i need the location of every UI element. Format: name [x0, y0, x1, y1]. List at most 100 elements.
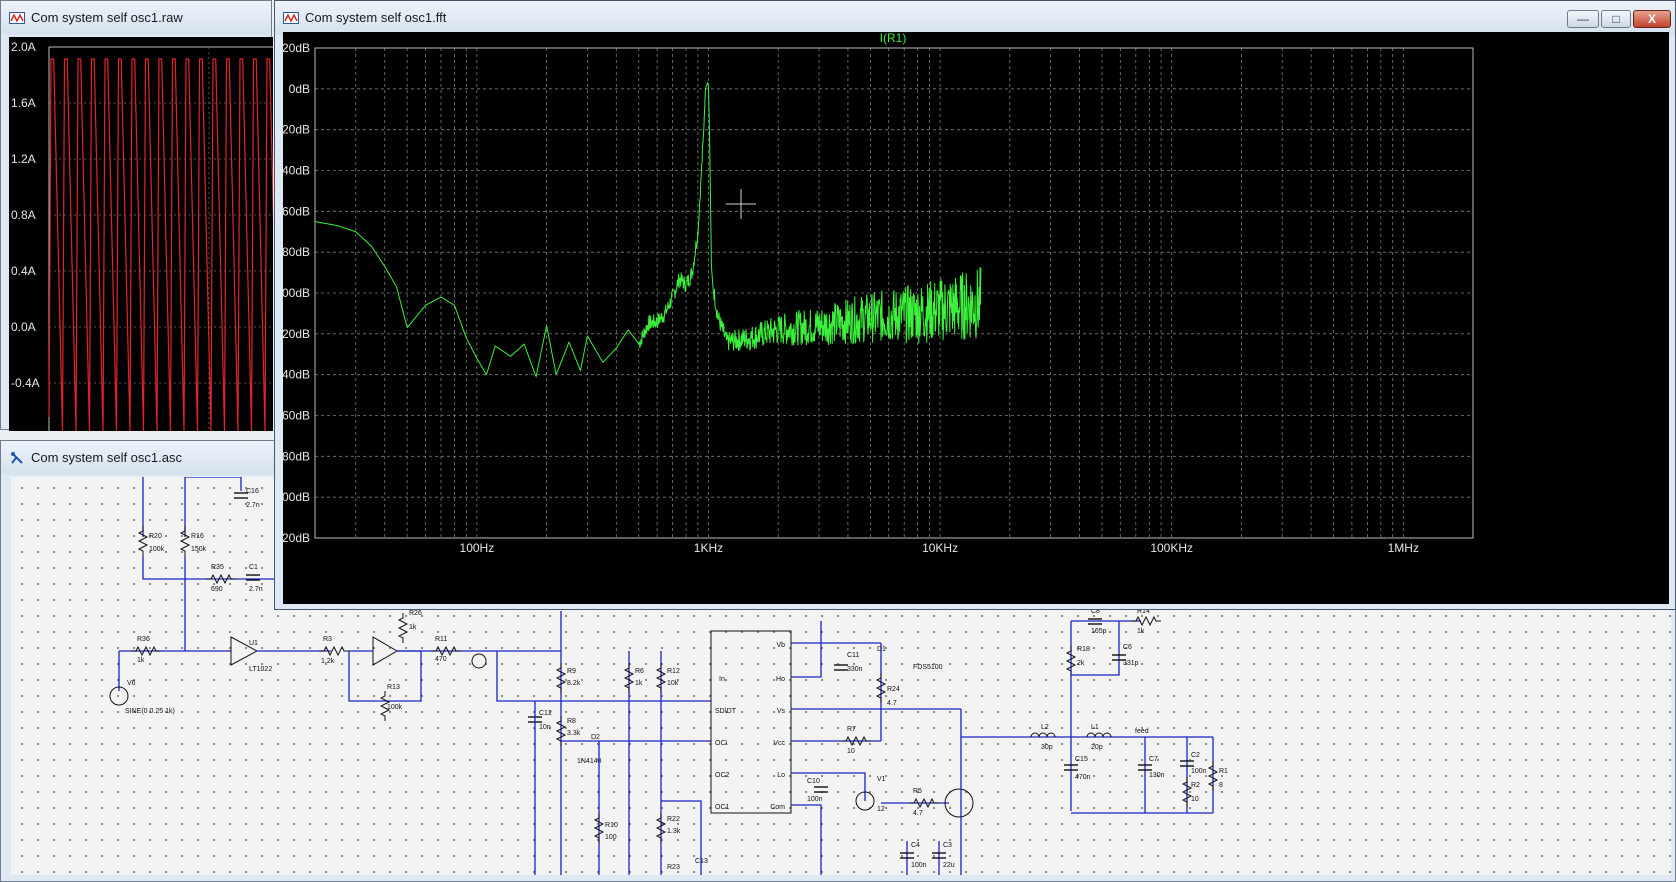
component-label: R10: [605, 822, 618, 829]
component-label: 100n: [911, 862, 927, 869]
component-label: R36: [137, 636, 150, 643]
transistor-symbol: [471, 653, 487, 669]
component-label: R6: [635, 668, 644, 675]
y-tick-label: 2.0A: [11, 40, 36, 54]
component-label: C1: [249, 564, 258, 571]
component-label: 150k: [191, 546, 207, 553]
resistor-symbol: [319, 645, 349, 657]
component-label: feed: [1135, 728, 1149, 735]
minimize-icon: —: [1577, 12, 1589, 26]
component-label: 331p: [1123, 660, 1139, 667]
component-label: R1: [1219, 768, 1228, 775]
raw-plot-area[interactable]: 2.0A 1.6A 1.2A 0.8A 0.4A 0.0A -0.4A: [9, 37, 280, 432]
y-tick-label: 1.6A: [11, 96, 36, 110]
component-label: R8: [567, 718, 576, 725]
component-label: 2k: [1077, 660, 1085, 667]
y-tick-label: 0.4A: [11, 264, 36, 278]
component-label: 4.7: [887, 700, 897, 707]
ic-pin-label: OC2: [715, 772, 730, 779]
component-label: C2: [1191, 752, 1200, 759]
opamp-symbol: [372, 636, 398, 666]
component-label: 100k: [387, 704, 403, 711]
component-label: 3.3k: [567, 730, 581, 737]
component-label: 10k: [667, 680, 679, 687]
schematic-app-icon: [11, 452, 23, 464]
schematic-window-title: Com system self osc1.asc: [31, 450, 182, 465]
ic-pin-label: Vs: [777, 708, 786, 715]
component-label: R3: [323, 636, 332, 643]
component-label: C11: [847, 652, 859, 659]
raw-current-trace: [48, 58, 280, 432]
fft-window[interactable]: Com system self osc1.fft — □ X 20dB 0dB -2…: [271, 0, 1676, 610]
component-label: 1k: [409, 624, 417, 631]
x-tick-label: 1KHz: [694, 541, 723, 555]
y-tick-label: 1.2A: [11, 152, 36, 166]
y-tick-label: -0.4A: [11, 376, 40, 390]
y-tick-label: -20dB: [283, 123, 310, 137]
resistor-symbol: [137, 526, 149, 556]
component-label: R18: [1077, 646, 1090, 653]
component-label: C7: [1149, 756, 1158, 763]
component-label: FDS5100: [913, 664, 943, 671]
component-label: R20: [149, 533, 162, 540]
y-tick-label: 0.8A: [11, 208, 36, 222]
component-label: R16: [191, 533, 204, 540]
component-label: V1: [877, 776, 886, 783]
x-tick-label: 10KHz: [922, 541, 958, 555]
component-label: 10: [1191, 796, 1199, 803]
fft-window-title: Com system self osc1.fft: [305, 10, 447, 25]
close-button[interactable]: X: [1633, 10, 1671, 28]
component-label: C6: [1123, 644, 1132, 651]
component-label: 100n: [1191, 768, 1207, 775]
component-label: 1k: [137, 657, 145, 664]
resistor-symbol: [179, 526, 191, 556]
y-tick-label: -60dB: [283, 204, 310, 218]
component-label: 8: [1219, 782, 1223, 789]
component-label: 100: [605, 834, 617, 841]
component-label: D1: [877, 646, 886, 653]
y-tick-label: 0dB: [289, 82, 310, 96]
fft-plot-area[interactable]: 20dB 0dB -20dB -40dB -60dB -80dB -100dB -120dB -…: [271, 31, 1669, 604]
component-label: 1N4148: [577, 758, 602, 765]
component-label: 12: [877, 806, 885, 813]
ic-pin-label: SD\DT: [715, 708, 737, 715]
y-tick-label: 20dB: [283, 41, 310, 55]
component-label: 690: [211, 586, 223, 593]
y-tick-label: -120dB: [283, 327, 310, 341]
component-label: 470: [435, 656, 447, 663]
component-label: 22u: [943, 862, 955, 869]
y-tick-label: -160dB: [283, 409, 310, 423]
component-label: SINE(0 0.25 1k): [125, 708, 175, 715]
ic-pin-label: Vcc: [773, 740, 785, 747]
i-r1-trace: [314, 81, 982, 378]
component-label: 470n: [1075, 774, 1091, 781]
minimize-button[interactable]: —: [1567, 10, 1599, 28]
fft-window-titlebar[interactable]: Com system self osc1.fft: [275, 1, 1675, 35]
component-label: 1.2k: [321, 658, 335, 665]
wire: [791, 804, 822, 875]
ic-pin-label: Lo: [777, 772, 785, 779]
driver-ic-box: [710, 630, 792, 814]
component-label: V6: [127, 680, 136, 687]
raw-waveform-window[interactable]: Com system self osc1.raw 2.0A 1.6A 1.2A 0.8…: [0, 0, 280, 432]
y-tick-label: -220dB: [283, 531, 310, 545]
component-label: C16: [246, 488, 259, 495]
waveform-app-icon: [9, 12, 25, 24]
component-label: R22: [667, 816, 680, 823]
waveform-app-icon: [283, 12, 299, 24]
component-label: 10n: [539, 724, 551, 731]
component-label: L2: [1041, 724, 1049, 731]
component-label: D2: [591, 734, 600, 741]
y-tick-label: -100dB: [283, 286, 310, 300]
component-label: C10: [807, 778, 820, 785]
raw-window-titlebar[interactable]: Com system self osc1.raw: [1, 1, 271, 35]
component-label: R11: [435, 636, 447, 643]
maximize-button[interactable]: □: [1601, 10, 1631, 28]
x-tick-label: 100Hz: [460, 541, 495, 555]
x-tick-label: 1MHz: [1388, 541, 1419, 555]
y-tick-label: -180dB: [283, 449, 310, 463]
ic-pin-label: In: [719, 676, 725, 683]
raw-waveform-plot: 2.0A 1.6A 1.2A 0.8A 0.4A 0.0A -0.4A: [11, 40, 280, 432]
ic-pin-label: OC1: [715, 804, 730, 811]
component-label: 165p: [1091, 628, 1107, 635]
